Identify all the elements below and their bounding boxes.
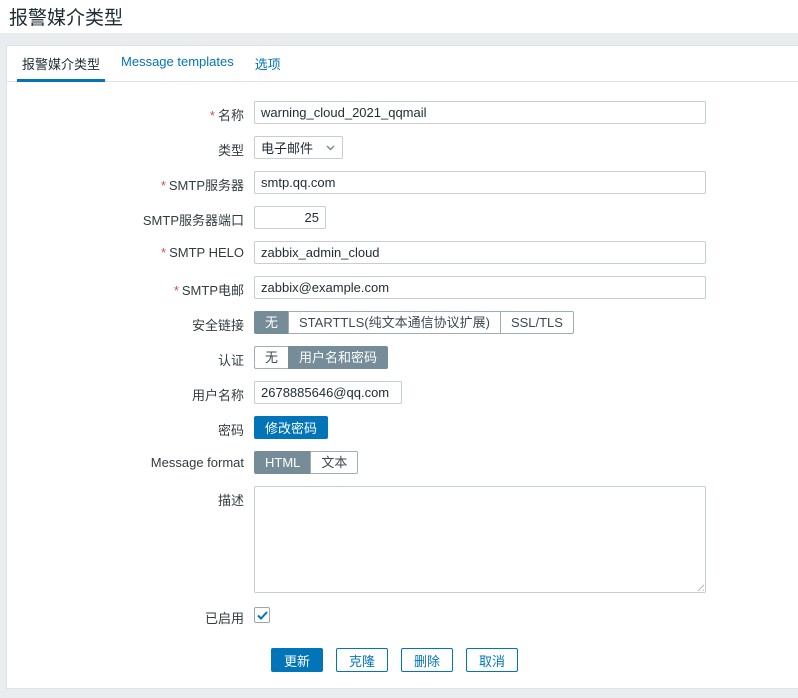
format-option-text[interactable]: 文本 bbox=[310, 451, 358, 474]
security-label: 安全链接 bbox=[14, 311, 254, 334]
username-label: 用户名称 bbox=[14, 381, 254, 404]
form-row-message-format: Message format HTML 文本 bbox=[14, 451, 798, 474]
form-row-smtp-port: SMTP服务器端口 bbox=[14, 206, 798, 229]
description-label: 描述 bbox=[14, 486, 254, 593]
required-marker: * bbox=[210, 108, 215, 123]
message-format-segmented-control: HTML 文本 bbox=[254, 451, 358, 474]
format-option-html[interactable]: HTML bbox=[254, 451, 310, 474]
form-row-type: 类型 电子邮件 bbox=[14, 136, 798, 159]
tab-message-templates[interactable]: Message templates bbox=[116, 46, 239, 81]
smtp-port-label: SMTP服务器端口 bbox=[14, 206, 254, 229]
name-label: *名称 bbox=[14, 101, 254, 124]
username-input[interactable] bbox=[254, 381, 402, 404]
tab-media-type[interactable]: 报警媒介类型 bbox=[17, 46, 105, 81]
tab-options[interactable]: 选项 bbox=[250, 46, 286, 81]
form-row-password: 密码 修改密码 bbox=[14, 416, 798, 439]
page-header: 报警媒介类型 bbox=[0, 0, 798, 33]
form-row-smtp-server: *SMTP服务器 bbox=[14, 171, 798, 194]
smtp-server-input[interactable] bbox=[254, 171, 706, 194]
smtp-port-input[interactable] bbox=[254, 206, 326, 229]
form-row-smtp-email: *SMTP电邮 bbox=[14, 276, 798, 299]
form-row-description: 描述 bbox=[14, 486, 798, 593]
form-row-authentication: 认证 无 用户名和密码 bbox=[14, 346, 798, 369]
form-row-name: *名称 bbox=[14, 101, 798, 124]
authentication-label: 认证 bbox=[14, 346, 254, 369]
clone-button[interactable]: 克隆 bbox=[336, 648, 388, 672]
media-type-widget: 报警媒介类型 Message templates 选项 *名称 类型 电子邮件 … bbox=[6, 45, 798, 689]
required-marker: * bbox=[174, 283, 179, 298]
security-option-ssl-tls[interactable]: SSL/TLS bbox=[500, 311, 574, 334]
form-row-security: 安全链接 无 STARTTLS(纯文本通信协议扩展) SSL/TLS bbox=[14, 311, 798, 334]
smtp-helo-input[interactable] bbox=[254, 241, 706, 264]
auth-option-username-password[interactable]: 用户名和密码 bbox=[288, 346, 388, 369]
enabled-label: 已启用 bbox=[14, 605, 254, 627]
checkmark-icon bbox=[257, 611, 268, 620]
security-option-starttls[interactable]: STARTTLS(纯文本通信协议扩展) bbox=[288, 311, 500, 334]
auth-option-none[interactable]: 无 bbox=[254, 346, 288, 369]
security-option-none[interactable]: 无 bbox=[254, 311, 288, 334]
required-marker: * bbox=[161, 245, 166, 260]
page-title: 报警媒介类型 bbox=[9, 3, 123, 30]
message-format-label: Message format bbox=[14, 451, 254, 474]
enabled-checkbox[interactable] bbox=[254, 607, 270, 623]
chevron-down-icon bbox=[326, 145, 335, 151]
smtp-server-label: *SMTP服务器 bbox=[14, 171, 254, 194]
required-marker: * bbox=[161, 178, 166, 193]
type-select[interactable]: 电子邮件 bbox=[254, 136, 343, 159]
name-input[interactable] bbox=[254, 101, 706, 124]
form-row-username: 用户名称 bbox=[14, 381, 798, 404]
form-footer: 更新 克隆 删除 取消 bbox=[271, 648, 798, 688]
tab-bar: 报警媒介类型 Message templates 选项 bbox=[7, 46, 798, 82]
delete-button[interactable]: 删除 bbox=[401, 648, 453, 672]
smtp-email-label: *SMTP电邮 bbox=[14, 276, 254, 299]
description-textarea[interactable] bbox=[254, 486, 706, 593]
form-row-smtp-helo: *SMTP HELO bbox=[14, 241, 798, 264]
type-label: 类型 bbox=[14, 136, 254, 159]
cancel-button[interactable]: 取消 bbox=[466, 648, 518, 672]
security-segmented-control: 无 STARTTLS(纯文本通信协议扩展) SSL/TLS bbox=[254, 311, 574, 334]
description-textarea-wrap bbox=[254, 486, 706, 593]
media-type-form: *名称 类型 电子邮件 *SMTP服务器 SMTP服务器端口 bbox=[7, 82, 798, 688]
change-password-button[interactable]: 修改密码 bbox=[254, 416, 328, 439]
authentication-segmented-control: 无 用户名和密码 bbox=[254, 346, 388, 369]
update-button[interactable]: 更新 bbox=[271, 648, 323, 672]
smtp-helo-label: *SMTP HELO bbox=[14, 241, 254, 264]
type-select-value: 电子邮件 bbox=[261, 138, 313, 157]
password-label: 密码 bbox=[14, 416, 254, 439]
form-row-enabled: 已启用 bbox=[14, 605, 798, 627]
smtp-email-input[interactable] bbox=[254, 276, 706, 299]
